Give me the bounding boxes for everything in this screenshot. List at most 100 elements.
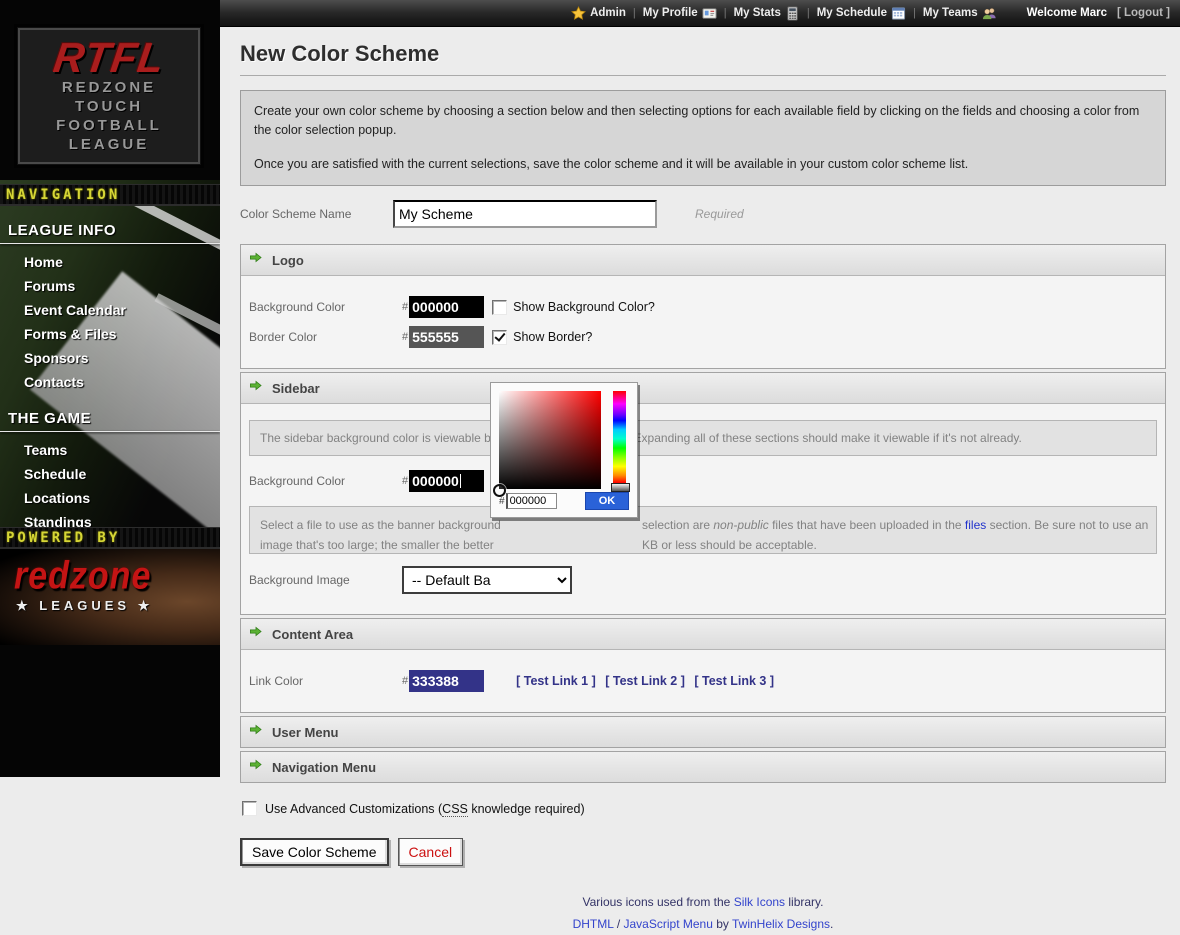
- topbar-my-stats[interactable]: My Stats: [730, 6, 804, 21]
- text-caret: [460, 474, 461, 488]
- section-logo-header[interactable]: Logo: [241, 245, 1165, 276]
- advanced-customizations-label: Use Advanced Customizations (CSS knowled…: [265, 802, 585, 816]
- ok-button[interactable]: OK: [585, 492, 629, 510]
- sidebar-background-color-swatch[interactable]: 000000: [409, 470, 484, 492]
- topbar-my-teams[interactable]: My Teams: [919, 6, 1001, 21]
- green-arrow-icon: [249, 379, 262, 397]
- sidebar-item-contacts[interactable]: Contacts: [0, 370, 220, 394]
- logout-link[interactable]: [ Logout ]: [1117, 7, 1170, 19]
- divider: [240, 75, 1166, 76]
- section-sidebar-header[interactable]: Sidebar: [241, 373, 1165, 404]
- color-scheme-name-input[interactable]: [393, 200, 657, 228]
- sidebar-item-forms-files[interactable]: Forms & Files: [0, 322, 220, 346]
- brand-subtitle: ★ LEAGUES ★: [16, 598, 220, 614]
- intro-paragraph-2: Once you are satisfied with the current …: [254, 155, 1152, 174]
- topbar-my-schedule[interactable]: My Schedule: [813, 6, 910, 21]
- page-footer: Various icons used from the Silk Icons l…: [240, 892, 1166, 935]
- silk-icons-link[interactable]: Silk Icons: [734, 895, 785, 909]
- hue-strip[interactable]: [613, 391, 626, 483]
- test-link-2[interactable]: [ Test Link 2 ]: [605, 674, 685, 688]
- green-arrow-icon: [249, 758, 262, 776]
- footer-line-2: DHTML / JavaScript Menu by TwinHelix Des…: [240, 914, 1166, 935]
- separator: |: [807, 7, 810, 19]
- sidebar-item-locations[interactable]: Locations: [0, 486, 220, 510]
- hex-color-input[interactable]: [506, 493, 557, 509]
- color-picker-popup: # OK: [490, 382, 638, 518]
- brand-name: redzone: [14, 554, 220, 599]
- star-icon: [571, 6, 586, 21]
- hash-prefix: #: [499, 496, 505, 507]
- show-background-color-checkbox[interactable]: [492, 300, 507, 315]
- green-arrow-icon: [249, 251, 262, 269]
- separator: |: [633, 7, 636, 19]
- topbar-my-profile[interactable]: My Profile: [639, 6, 721, 21]
- sidebar-navigation: LEAGUE INFO Home Forums Event Calendar F…: [0, 210, 220, 558]
- background-color-label: Background Color: [249, 300, 402, 314]
- logo-background-color-swatch[interactable]: 000000: [409, 296, 484, 318]
- welcome-user-label: Welcome Marc: [1027, 7, 1107, 19]
- footer-line-1: Various icons used from the Silk Icons l…: [240, 892, 1166, 914]
- separator: |: [913, 7, 916, 19]
- files-link[interactable]: files: [965, 518, 986, 532]
- sidebar-item-forums[interactable]: Forums: [0, 274, 220, 298]
- hash-prefix: #: [402, 675, 408, 687]
- logo-line: FOOTBALL: [56, 116, 162, 135]
- section-logo-title: Logo: [272, 253, 304, 268]
- topbar-admin-label: Admin: [590, 7, 626, 19]
- group-icon: [982, 6, 997, 21]
- section-user-menu-title: User Menu: [272, 725, 338, 740]
- topbar-admin[interactable]: Admin: [567, 6, 630, 21]
- section-user-menu-header[interactable]: User Menu: [241, 717, 1165, 747]
- picker-footer: # OK: [499, 492, 629, 510]
- dhtml-link[interactable]: DHTML: [573, 917, 614, 931]
- left-sidebar: RTFL REDZONE TOUCH FOOTBALL LEAGUE NAVIG…: [0, 0, 220, 777]
- color-scheme-name-row: Color Scheme Name Required: [240, 200, 1166, 228]
- cancel-button[interactable]: Cancel: [398, 838, 464, 866]
- hue-slider-handle[interactable]: [611, 483, 630, 492]
- test-link-1[interactable]: [ Test Link 1 ]: [516, 674, 596, 688]
- sidebar-item-sponsors[interactable]: Sponsors: [0, 346, 220, 370]
- green-arrow-icon: [249, 625, 262, 643]
- sidebar-item-event-calendar[interactable]: Event Calendar: [0, 298, 220, 322]
- nav-section-title-the-game: THE GAME: [8, 410, 220, 427]
- sidebar-item-teams[interactable]: Teams: [0, 438, 220, 462]
- sidebar-background-color-row: Background Color # 000000: [249, 470, 1157, 492]
- save-color-scheme-button[interactable]: Save Color Scheme: [240, 838, 389, 866]
- form-buttons: Save Color Scheme Cancel: [240, 838, 1166, 866]
- section-content-area-header[interactable]: Content Area: [241, 619, 1165, 650]
- swatch-value: 000000: [412, 473, 459, 489]
- redzone-leagues-logo[interactable]: redzone ★ LEAGUES ★: [0, 549, 220, 645]
- section-navigation-menu-header[interactable]: Navigation Menu: [241, 752, 1165, 782]
- twinhelix-designs-link[interactable]: TwinHelix Designs: [732, 917, 830, 931]
- logo-acronym: RTFL: [51, 38, 167, 78]
- logo-background-color-row: Background Color # 000000 Show Backgroun…: [249, 296, 1157, 318]
- section-sidebar: Sidebar The sidebar background color is …: [240, 372, 1166, 615]
- divider: [0, 243, 220, 244]
- top-user-bar: Admin | My Profile | My Stats | My Sched…: [220, 0, 1180, 27]
- navigation-led-header: NAVIGATION: [0, 184, 220, 206]
- section-navigation-menu: Navigation Menu: [240, 751, 1166, 783]
- sidebar-item-schedule[interactable]: Schedule: [0, 462, 220, 486]
- link-color-label: Link Color: [249, 674, 402, 688]
- use-advanced-customizations-checkbox[interactable]: [242, 801, 257, 816]
- sidebar-item-home[interactable]: Home: [0, 250, 220, 274]
- required-hint: Required: [695, 207, 744, 221]
- league-logo[interactable]: RTFL REDZONE TOUCH FOOTBALL LEAGUE: [18, 28, 200, 164]
- section-content-area: Content Area Link Color # 333388 [ Test …: [240, 618, 1166, 713]
- powered-by-led-header: POWERED BY: [0, 527, 220, 549]
- saturation-value-gradient[interactable]: [499, 391, 601, 489]
- background-image-select[interactable]: -- Default Ba: [402, 566, 572, 594]
- test-link-3[interactable]: [ Test Link 3 ]: [694, 674, 774, 688]
- background-image-label: Background Image: [249, 573, 402, 587]
- logo-border-color-swatch[interactable]: 555555: [409, 326, 484, 348]
- show-border-label: Show Border?: [513, 330, 592, 344]
- hash-prefix: #: [402, 331, 408, 343]
- banner-note-fragment: Select a file to use as the banner backg…: [260, 516, 501, 534]
- green-arrow-icon: [249, 723, 262, 741]
- show-border-checkbox[interactable]: [492, 330, 507, 345]
- divider: [0, 431, 220, 432]
- javascript-menu-link[interactable]: JavaScript Menu: [624, 917, 713, 931]
- link-color-swatch[interactable]: 333388: [409, 670, 484, 692]
- hash-prefix: #: [402, 301, 408, 313]
- border-color-label: Border Color: [249, 330, 402, 344]
